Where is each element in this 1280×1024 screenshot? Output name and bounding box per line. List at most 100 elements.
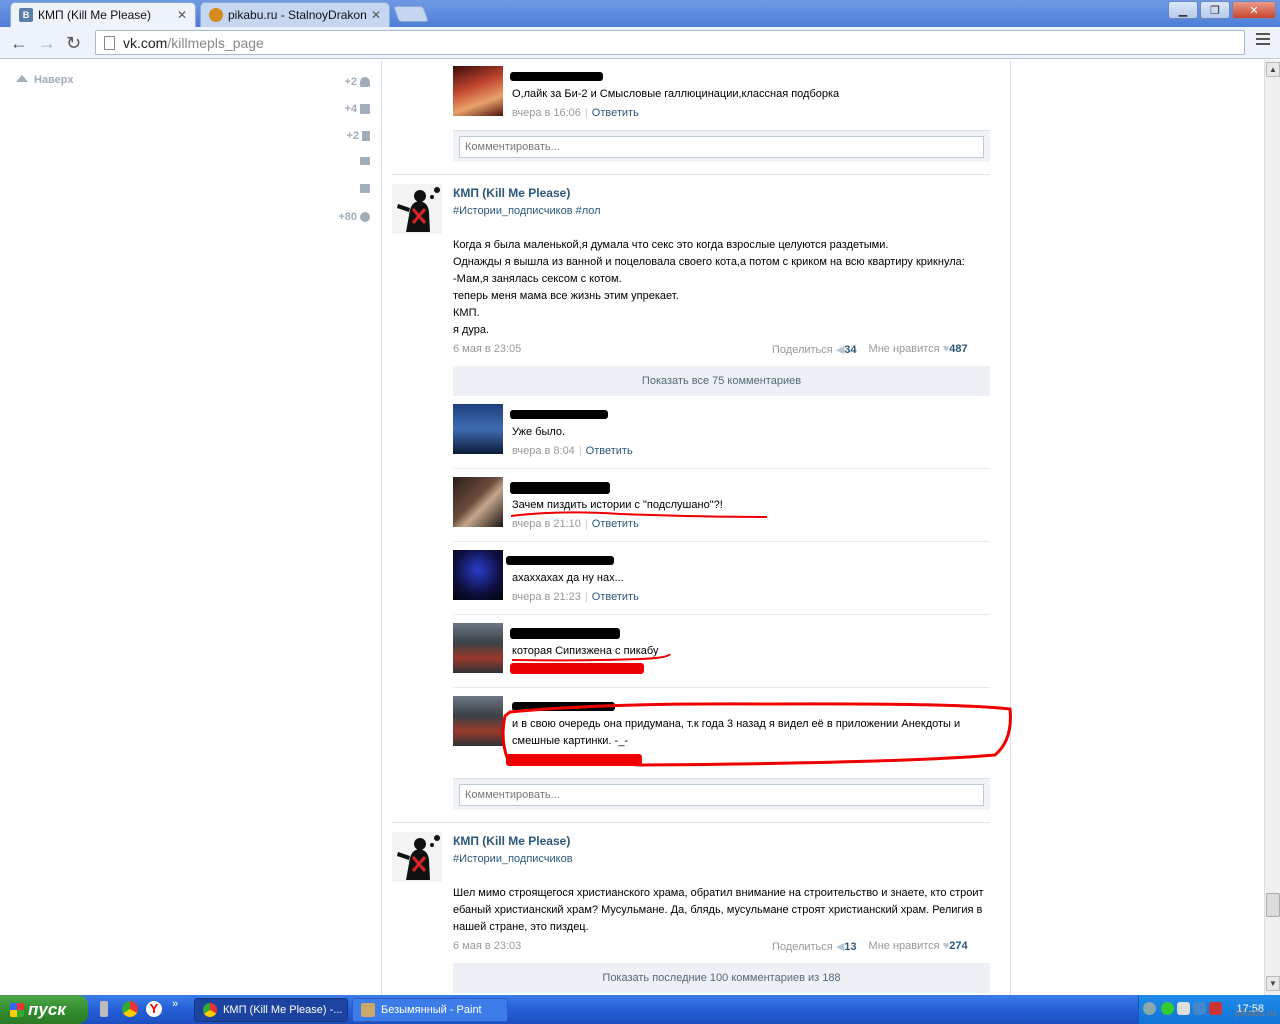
maximize-button[interactable]: ❐ [1200, 1, 1230, 19]
group-avatar[interactable] [392, 184, 442, 234]
chrome-icon[interactable] [122, 1001, 138, 1017]
scroll-up-arrow-icon[interactable]: ▲ [1266, 62, 1280, 77]
user-icon [360, 77, 370, 87]
keyboard-layout-icon[interactable] [1193, 1002, 1206, 1015]
taskbar-item-paint[interactable]: Безымянный - Paint [352, 998, 508, 1022]
post-tags[interactable]: #Истории_подписчиков [453, 853, 573, 865]
divider [1010, 60, 1011, 995]
post-separator [392, 174, 990, 175]
network-icon[interactable] [1177, 1002, 1190, 1015]
tab-title: pikabu.ru - StalnoyDrakon [228, 8, 367, 22]
start-button[interactable]: пуск [0, 995, 88, 1024]
commenter-avatar[interactable] [453, 477, 503, 527]
commenter-avatar[interactable] [453, 404, 503, 454]
megaphone-icon: ◀ [835, 941, 845, 953]
redacted-name [510, 628, 620, 639]
tab-pikabu[interactable]: pikabu.ru - StalnoyDrakon ✕ [200, 2, 390, 27]
antivirus-icon[interactable] [1161, 1002, 1174, 1015]
camera-icon [360, 104, 370, 114]
post-text-line: КМП. [453, 307, 480, 319]
post-date[interactable]: 6 мая в 23:03 [453, 940, 521, 952]
task-label: КМП (Kill Me Please) -... [223, 1004, 343, 1016]
counter-photos[interactable]: +4 [344, 103, 370, 115]
counter-messages[interactable] [360, 157, 370, 165]
comment-time[interactable]: вчера в 8:04 [512, 445, 575, 457]
up-arrow-icon [16, 75, 28, 82]
show-desktop-icon[interactable] [100, 1001, 108, 1017]
minimize-button[interactable]: ▁ [1168, 1, 1198, 19]
commenter-avatar[interactable] [453, 623, 503, 673]
tab-close-icon[interactable]: ✕ [371, 8, 381, 22]
show-all-comments-button[interactable]: Показать все 75 комментариев [453, 366, 990, 396]
comment-text: которая Сипизжена с пикабу [512, 645, 659, 657]
post-text-line: Однажды я вышла из ванной и поцеловала с… [453, 256, 965, 268]
like-button[interactable]: Мне нравится ♥274 [869, 940, 968, 953]
paint-icon [361, 1003, 375, 1017]
comment-time[interactable]: вчера в 21:23 [512, 591, 581, 603]
redacted-meta [506, 754, 642, 766]
reply-link[interactable]: Ответить [592, 591, 639, 603]
page-scrollbar[interactable]: ▲ ▼ [1264, 60, 1280, 995]
counter-comments[interactable] [360, 184, 370, 193]
tray-arrow-icon[interactable] [1143, 1002, 1156, 1015]
reply-link[interactable]: Ответить [592, 518, 639, 530]
tab-close-icon[interactable]: ✕ [177, 8, 187, 22]
post-tags[interactable]: #Истории_подписчиков #лол [453, 205, 601, 217]
post-author[interactable]: КМП (Kill Me Please) [453, 186, 570, 200]
like-button[interactable]: Мне нравится ♥487 [869, 343, 968, 356]
counter-value: +80 [338, 211, 357, 223]
post-date[interactable]: 6 мая в 23:05 [453, 343, 521, 355]
pikabu-favicon-icon [209, 8, 223, 22]
commenter-avatar[interactable] [453, 66, 503, 116]
post-text-line: я дура. [453, 324, 490, 336]
comment-text: и в свою очередь она придумана, т.к года… [512, 718, 961, 730]
share-button[interactable]: Поделиться ◀13 [772, 940, 857, 953]
comment-separator [453, 687, 990, 688]
post-text-line: Шел мимо строящегося христианского храма… [453, 887, 984, 899]
commenter-avatar[interactable] [453, 550, 503, 600]
opera-icon[interactable] [1209, 1002, 1222, 1015]
comment-separator [453, 614, 990, 615]
gear-icon [360, 212, 370, 222]
comment-icon [360, 184, 370, 193]
comment-meta: вчера в 8:04 | Ответить [512, 445, 633, 457]
show-last-comments-button[interactable]: Показать последние 100 комментариев из 1… [453, 963, 990, 993]
comment-time[interactable]: вчера в 16:06 [512, 107, 581, 119]
comment-time[interactable]: вчера в 21:10 [512, 518, 581, 530]
menu-icon[interactable] [1256, 33, 1270, 45]
group-avatar[interactable] [392, 832, 442, 882]
post-text-line: -Мам,я занялась сексом с котом. [453, 273, 622, 285]
comment-input[interactable]: Комментировать... [459, 136, 984, 158]
post-author[interactable]: КМП (Kill Me Please) [453, 834, 570, 848]
title-bar: В КМП (Kill Me Please) ✕ pikabu.ru - Sta… [0, 0, 1280, 27]
forward-arrow-icon[interactable]: → [38, 33, 56, 54]
tab-vk[interactable]: В КМП (Kill Me Please) ✕ [10, 2, 196, 27]
scroll-up-link[interactable]: Наверх [16, 74, 74, 86]
reply-link[interactable]: Ответить [592, 107, 639, 119]
share-button[interactable]: Поделиться ◀34 [772, 343, 857, 356]
redacted-name [510, 482, 610, 494]
url-host: vk.com [123, 34, 168, 51]
close-window-button[interactable]: ✕ [1232, 1, 1276, 19]
page-icon [104, 35, 115, 50]
reload-icon[interactable]: ↻ [66, 33, 81, 54]
scroll-down-arrow-icon[interactable]: ▼ [1266, 976, 1280, 991]
counter-friends[interactable]: +2 [344, 76, 370, 88]
address-bar[interactable]: vk.com/killmepls_page [95, 30, 1245, 55]
like-count: 487 [949, 343, 968, 355]
post-actions: Поделиться ◀13 Мне нравится ♥274 [772, 940, 968, 953]
comment-box: Комментировать... [453, 130, 990, 162]
scrollbar-thumb[interactable] [1266, 893, 1280, 917]
reply-link[interactable]: Ответить [586, 445, 633, 457]
taskbar-item-chrome[interactable]: КМП (Kill Me Please) -... [194, 998, 348, 1022]
comment-input[interactable]: Комментировать... [459, 784, 984, 806]
commenter-avatar[interactable] [453, 696, 503, 746]
yandex-icon[interactable]: Y [146, 1001, 162, 1017]
counter-videos[interactable]: +2 [346, 130, 370, 142]
new-tab-button[interactable] [393, 6, 429, 22]
chevron-icon[interactable]: » [172, 998, 178, 1010]
counter-settings[interactable]: +80 [338, 211, 370, 223]
comment-text-cont: смешные картинки. -_- [512, 735, 628, 747]
post-separator [392, 822, 990, 823]
back-arrow-icon[interactable]: ← [10, 33, 28, 54]
